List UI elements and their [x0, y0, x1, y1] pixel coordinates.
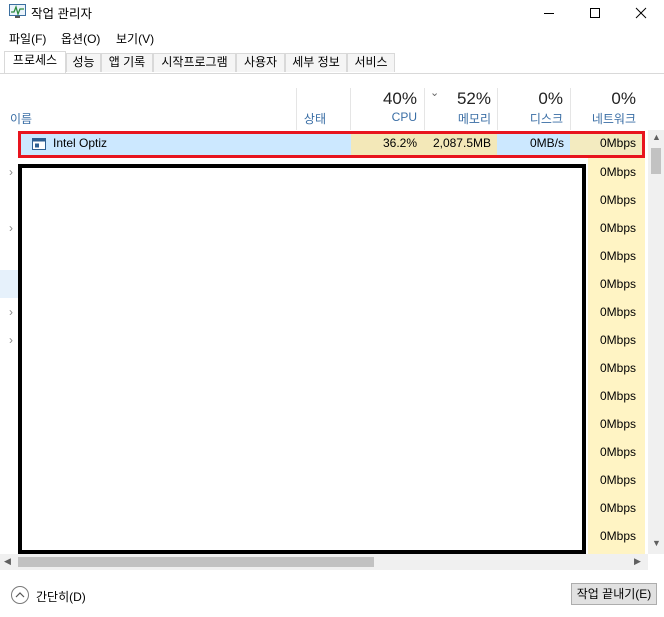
- scroll-right-icon[interactable]: ▶: [634, 556, 641, 567]
- redacted-area: [18, 164, 586, 554]
- network-cell: 0Mbps: [599, 165, 636, 179]
- tab-details[interactable]: 세부 정보: [285, 53, 347, 72]
- scroll-thumb[interactable]: [651, 148, 661, 174]
- footer: 간단히(D) 작업 끝내기(E): [0, 573, 664, 617]
- maximize-button[interactable]: [572, 0, 618, 26]
- end-task-button[interactable]: 작업 끝내기(E): [571, 583, 657, 605]
- scroll-left-icon[interactable]: ◀: [4, 556, 11, 567]
- tab-performance[interactable]: 성능: [66, 53, 101, 72]
- column-cpu[interactable]: CPU: [350, 110, 417, 124]
- process-network: 0Mbps: [599, 136, 636, 150]
- scroll-down-icon[interactable]: ▼: [652, 538, 661, 548]
- minimize-button[interactable]: [526, 0, 572, 26]
- network-cell: 0Mbps: [599, 529, 636, 543]
- process-name: Intel Optiz: [53, 136, 108, 150]
- network-cell: 0Mbps: [599, 277, 636, 291]
- expand-chevron-icon[interactable]: ›: [9, 158, 13, 186]
- menu-bar: 파일(F) 옵션(O) 보기(V): [0, 28, 664, 48]
- column-disk[interactable]: 디스크: [497, 110, 563, 127]
- tab-services[interactable]: 서비스: [347, 53, 395, 72]
- chevron-up-icon: [15, 592, 25, 598]
- title-bar: 작업 관리자: [0, 0, 664, 26]
- network-cell: 0Mbps: [599, 361, 636, 375]
- tab-strip: 프로세스 성능 앱 기록 시작프로그램 사용자 세부 정보 서비스: [0, 50, 664, 74]
- scroll-thumb-horizontal[interactable]: [18, 557, 374, 567]
- network-cell: 0Mbps: [599, 305, 636, 319]
- selected-process-row[interactable]: Intel Optiz 36.2% 2,087.5MB 0MB/s 0Mbps: [18, 131, 645, 158]
- network-cell: 0Mbps: [599, 249, 636, 263]
- network-cell: 0Mbps: [599, 333, 636, 347]
- minimize-icon: [544, 13, 554, 14]
- menu-file[interactable]: 파일(F): [9, 30, 46, 47]
- menu-view[interactable]: 보기(V): [116, 30, 154, 47]
- column-name[interactable]: 이름: [10, 110, 32, 127]
- maximize-icon: [590, 8, 600, 18]
- fewer-details-toggle[interactable]: [11, 586, 29, 604]
- horizontal-scrollbar[interactable]: ◀ ▶: [0, 554, 648, 570]
- process-cpu: 36.2%: [382, 136, 417, 150]
- network-values: 0Mbps 0Mbps 0Mbps 0Mbps 0Mbps 0Mbps 0Mbp…: [588, 158, 636, 554]
- tab-processes[interactable]: 프로세스: [4, 51, 66, 73]
- column-memory[interactable]: 메모리: [424, 110, 491, 127]
- network-cell: 0Mbps: [599, 473, 636, 487]
- disk-percent: 0%: [538, 89, 563, 108]
- menu-options[interactable]: 옵션(O): [61, 30, 100, 47]
- column-status[interactable]: 상태: [296, 110, 326, 127]
- network-percent: 0%: [611, 89, 636, 108]
- column-header: 이름 상태 40% CPU ⌄ 52% 메모리 0% 디스크 0% 네트워크: [0, 74, 664, 130]
- tab-app-history[interactable]: 앱 기록: [101, 53, 153, 72]
- cpu-percent: 40%: [382, 89, 417, 108]
- close-icon: [635, 7, 647, 19]
- window-title: 작업 관리자: [31, 7, 92, 21]
- close-button[interactable]: [618, 0, 664, 26]
- vertical-scrollbar[interactable]: ▲ ▼: [648, 130, 664, 554]
- process-memory: 2,087.5MB: [432, 136, 491, 150]
- network-cell: 0Mbps: [599, 417, 636, 431]
- tab-users[interactable]: 사용자: [236, 53, 285, 72]
- task-manager-icon: [9, 4, 26, 19]
- expand-chevron-icon[interactable]: ›: [9, 298, 13, 326]
- fewer-details-label[interactable]: 간단히(D): [36, 588, 86, 605]
- memory-percent: 52%: [456, 89, 491, 108]
- expand-chevron-icon[interactable]: ›: [9, 326, 13, 354]
- network-cell: 0Mbps: [599, 445, 636, 459]
- network-cell: 0Mbps: [599, 501, 636, 515]
- scroll-up-icon[interactable]: ▲: [652, 132, 661, 142]
- tab-startup[interactable]: 시작프로그램: [153, 53, 236, 72]
- network-cell: 0Mbps: [599, 193, 636, 207]
- network-cell: 0Mbps: [599, 389, 636, 403]
- network-cell: 0Mbps: [599, 221, 636, 235]
- column-network[interactable]: 네트워크: [570, 110, 636, 127]
- process-disk: 0MB/s: [529, 136, 564, 150]
- app-window-icon: [32, 138, 46, 150]
- row-highlight: [0, 270, 20, 298]
- expand-chevron-icon[interactable]: ›: [9, 214, 13, 242]
